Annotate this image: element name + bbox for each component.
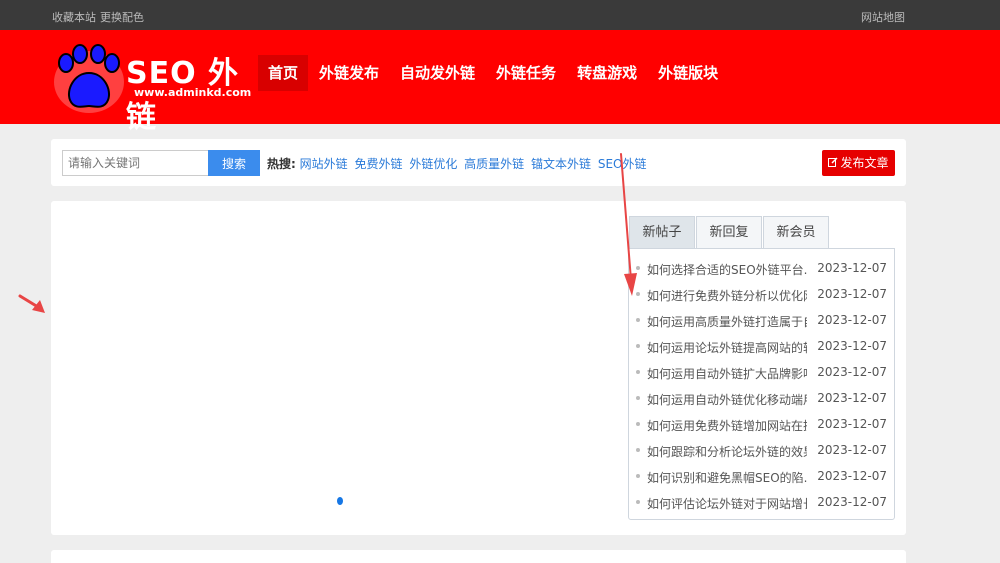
main-nav: 首页 外链发布 自动发外链 外链任务 转盘游戏 外链版块 — [258, 55, 729, 91]
image-slider[interactable] — [51, 201, 626, 535]
list-item[interactable]: 如何评估论坛外链对于网站增长... 2023-12-07 — [629, 489, 894, 515]
hot-label: 热搜: — [267, 157, 296, 171]
hot-tag[interactable]: 外链优化 — [409, 157, 457, 171]
bullet-icon — [636, 318, 640, 322]
slider-dot[interactable] — [337, 497, 343, 505]
arrow-annotation-icon — [620, 153, 637, 296]
main-panel: 新帖子 新回复 新会员 如何选择合适的SEO外链平台... 2023-12-07 … — [51, 201, 906, 535]
top-bar: 收藏本站 更换配色 网站地图 — [0, 0, 1000, 30]
sitemap-link[interactable]: 网站地图 — [861, 9, 905, 25]
bullet-icon — [636, 422, 640, 426]
post-title[interactable]: 如何跟踪和分析论坛外链的效果 — [647, 443, 807, 460]
bullet-icon — [636, 344, 640, 348]
post-date: 2023-12-07 — [817, 339, 887, 353]
logo-url: www.adminkd.com — [134, 86, 252, 99]
list-item[interactable]: 如何进行免费外链分析以优化网... 2023-12-07 — [629, 281, 894, 307]
list-item[interactable]: 如何运用免费外链增加网站在搜... 2023-12-07 — [629, 411, 894, 437]
list-item[interactable]: 如何跟踪和分析论坛外链的效果 2023-12-07 — [629, 437, 894, 463]
edit-icon — [828, 157, 839, 167]
post-list: 如何选择合适的SEO外链平台... 2023-12-07 如何进行免费外链分析以优… — [628, 248, 895, 520]
nav-sections[interactable]: 外链版块 — [648, 55, 728, 91]
post-date: 2023-12-07 — [817, 417, 887, 431]
post-article-label: 发布文章 — [840, 156, 889, 170]
paw-icon — [54, 44, 124, 113]
list-item[interactable]: 如何运用高质量外链打造属于自... 2023-12-07 — [629, 307, 894, 333]
theme-link[interactable]: 更换配色 — [100, 11, 144, 24]
bookmark-link[interactable]: 收藏本站 — [52, 11, 96, 24]
post-title[interactable]: 如何运用免费外链增加网站在搜... — [647, 417, 807, 434]
tab-new-replies[interactable]: 新回复 — [696, 216, 762, 248]
bullet-icon — [636, 500, 640, 504]
post-date: 2023-12-07 — [817, 287, 887, 301]
post-title[interactable]: 如何评估论坛外链对于网站增长... — [647, 495, 807, 512]
hot-tag[interactable]: 锚文本外链 — [531, 157, 591, 171]
bullet-icon — [636, 474, 640, 478]
search-bar: 搜索 热搜: 网站外链 免费外链 外链优化 高质量外链 锚文本外链 SEO外链 … — [51, 139, 906, 186]
post-date: 2023-12-07 — [817, 469, 887, 483]
post-date: 2023-12-07 — [817, 313, 887, 327]
post-title[interactable]: 如何运用自动外链优化移动端用... — [647, 391, 807, 408]
post-tabs: 新帖子 新回复 新会员 — [629, 216, 830, 248]
content-panel — [51, 550, 906, 563]
post-title[interactable]: 如何运用论坛外链提高网站的转... — [647, 339, 807, 356]
post-date: 2023-12-07 — [817, 391, 887, 405]
post-title[interactable]: 如何选择合适的SEO外链平台... — [647, 261, 807, 278]
search-input[interactable] — [62, 150, 208, 176]
nav-auto-publish[interactable]: 自动发外链 — [390, 55, 485, 91]
arrow-annotation-icon — [18, 294, 45, 313]
post-date: 2023-12-07 — [817, 365, 887, 379]
hot-tag[interactable]: 网站外链 — [300, 157, 348, 171]
list-item[interactable]: 如何运用自动外链优化移动端用... 2023-12-07 — [629, 385, 894, 411]
hot-tag[interactable]: 高质量外链 — [464, 157, 524, 171]
list-item[interactable]: 如何选择合适的SEO外链平台... 2023-12-07 — [629, 255, 894, 281]
post-title[interactable]: 如何识别和避免黑帽SEO的陷... — [647, 469, 807, 486]
bullet-icon — [636, 396, 640, 400]
post-title[interactable]: 如何运用自动外链扩大品牌影响... — [647, 365, 807, 382]
post-date: 2023-12-07 — [817, 495, 887, 509]
nav-home[interactable]: 首页 — [258, 55, 309, 91]
nav-publish[interactable]: 外链发布 — [309, 55, 389, 91]
post-date: 2023-12-07 — [817, 443, 887, 457]
post-title[interactable]: 如何运用高质量外链打造属于自... — [647, 313, 807, 330]
post-title[interactable]: 如何进行免费外链分析以优化网... — [647, 287, 807, 304]
post-article-button[interactable]: 发布文章 — [822, 150, 895, 176]
nav-tasks[interactable]: 外链任务 — [486, 55, 566, 91]
hot-tag[interactable]: 免费外链 — [354, 157, 402, 171]
post-date: 2023-12-07 — [817, 261, 887, 275]
hot-searches: 热搜: 网站外链 免费外链 外链优化 高质量外链 锚文本外链 SEO外链 — [267, 155, 650, 172]
nav-wheel-game[interactable]: 转盘游戏 — [567, 55, 647, 91]
search-button[interactable]: 搜索 — [208, 150, 260, 176]
site-logo[interactable]: SEO 外链 www.adminkd.com — [52, 40, 251, 135]
tab-new-members[interactable]: 新会员 — [763, 216, 829, 248]
list-item[interactable]: 如何识别和避免黑帽SEO的陷... 2023-12-07 — [629, 463, 894, 489]
header: SEO 外链 www.adminkd.com 首页 外链发布 自动发外链 外链任… — [0, 30, 1000, 135]
bullet-icon — [636, 370, 640, 374]
list-item[interactable]: 如何运用论坛外链提高网站的转... 2023-12-07 — [629, 333, 894, 359]
bullet-icon — [636, 448, 640, 452]
list-item[interactable]: 如何运用自动外链扩大品牌影响... 2023-12-07 — [629, 359, 894, 385]
